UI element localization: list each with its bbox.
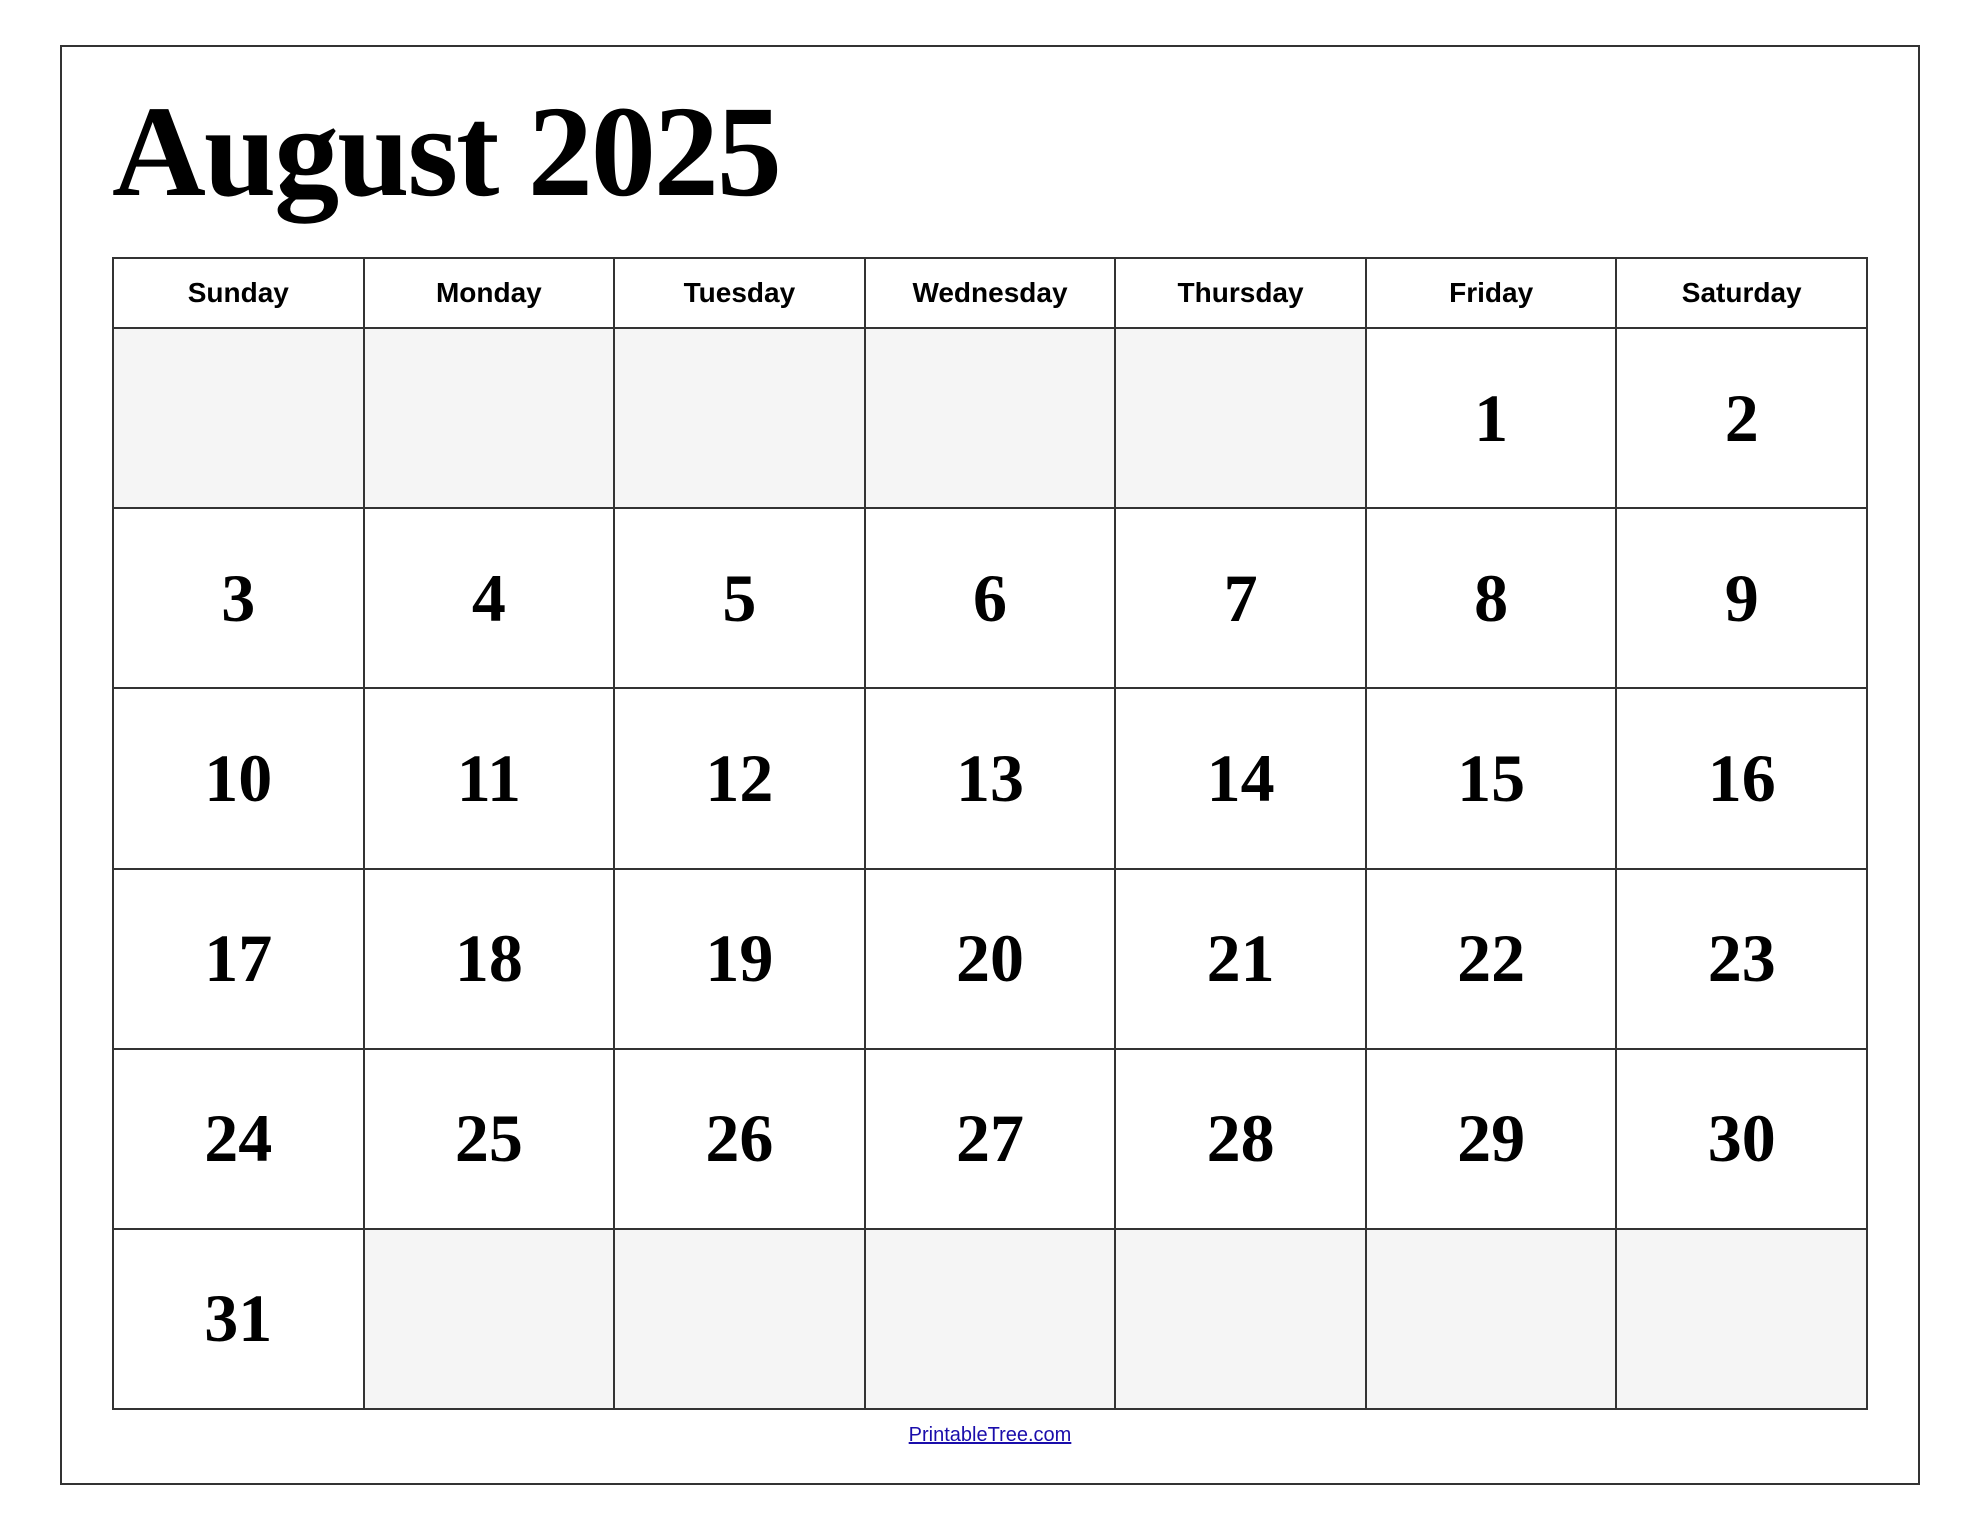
- calendar-week-2: 3 4 5 6 7 8 9: [114, 509, 1868, 689]
- date-number: 6: [973, 559, 1007, 638]
- day-header-wednesday: Wednesday: [866, 259, 1117, 329]
- calendar-title: August 2025: [112, 87, 1868, 217]
- date-number: 20: [956, 919, 1024, 998]
- calendar-cell: 13: [866, 689, 1117, 869]
- calendar-rows: 1234567891011121314151617181920212223242…: [114, 329, 1868, 1410]
- calendar-cell: 4: [365, 509, 616, 689]
- date-number: 14: [1207, 739, 1275, 818]
- date-number: 3: [221, 559, 255, 638]
- date-number: 8: [1474, 559, 1508, 638]
- calendar-week-3: 10 11 12 13 14 15 16: [114, 689, 1868, 869]
- date-number: 21: [1207, 919, 1275, 998]
- date-number: 5: [722, 559, 756, 638]
- calendar-cell: 16: [1617, 689, 1868, 869]
- day-header-friday: Friday: [1367, 259, 1618, 329]
- date-number: 15: [1457, 739, 1525, 818]
- calendar-cell: 23: [1617, 870, 1868, 1050]
- calendar-week-1: 12: [114, 329, 1868, 509]
- calendar-cell: 15: [1367, 689, 1618, 869]
- date-number: 9: [1725, 559, 1759, 638]
- calendar-cell: 31: [114, 1230, 365, 1410]
- date-number: 27: [956, 1099, 1024, 1178]
- calendar-cell: 24: [114, 1050, 365, 1230]
- calendar-cell: 12: [615, 689, 866, 869]
- calendar-cell: [615, 1230, 866, 1410]
- calendar-cell: 21: [1116, 870, 1367, 1050]
- day-header-tuesday: Tuesday: [615, 259, 866, 329]
- calendar-cell: 18: [365, 870, 616, 1050]
- calendar-cell: 7: [1116, 509, 1367, 689]
- day-header-saturday: Saturday: [1617, 259, 1868, 329]
- calendar-grid: SundayMondayTuesdayWednesdayThursdayFrid…: [112, 257, 1868, 1410]
- calendar-cell: 28: [1116, 1050, 1367, 1230]
- day-header-sunday: Sunday: [114, 259, 365, 329]
- date-number: 17: [204, 919, 272, 998]
- footer-link[interactable]: PrintableTree.com: [112, 1410, 1868, 1453]
- calendar-week-5: 24 25 26 27 28 29 30: [114, 1050, 1868, 1230]
- calendar-cell: 2: [1617, 329, 1868, 509]
- date-number: 28: [1207, 1099, 1275, 1178]
- calendar-cell: 29: [1367, 1050, 1618, 1230]
- calendar-cell: 20: [866, 870, 1117, 1050]
- calendar-cell: [866, 329, 1117, 509]
- date-number: 22: [1457, 919, 1525, 998]
- calendar-cell: 19: [615, 870, 866, 1050]
- date-number: 24: [204, 1099, 272, 1178]
- date-number: 29: [1457, 1099, 1525, 1178]
- date-number: 10: [204, 739, 272, 818]
- date-number: 7: [1224, 559, 1258, 638]
- date-number: 13: [956, 739, 1024, 818]
- calendar-cell: 14: [1116, 689, 1367, 869]
- calendar-cell: [615, 329, 866, 509]
- date-number: 2: [1725, 379, 1759, 458]
- calendar-week-6: 31: [114, 1230, 1868, 1410]
- calendar-cell: [1116, 1230, 1367, 1410]
- date-number: 16: [1708, 739, 1776, 818]
- date-number: 12: [705, 739, 773, 818]
- calendar-cell: [1116, 329, 1367, 509]
- calendar-cell: 22: [1367, 870, 1618, 1050]
- date-number: 31: [204, 1279, 272, 1358]
- calendar-cell: 27: [866, 1050, 1117, 1230]
- date-number: 25: [455, 1099, 523, 1178]
- date-number: 26: [705, 1099, 773, 1178]
- calendar-cell: [365, 329, 616, 509]
- calendar-container: August 2025 SundayMondayTuesdayWednesday…: [60, 45, 1920, 1485]
- date-number: 4: [472, 559, 506, 638]
- calendar-cell: [866, 1230, 1117, 1410]
- date-number: 23: [1708, 919, 1776, 998]
- day-header-monday: Monday: [365, 259, 616, 329]
- calendar-cell: 26: [615, 1050, 866, 1230]
- day-header-thursday: Thursday: [1116, 259, 1367, 329]
- calendar-cell: 5: [615, 509, 866, 689]
- calendar-cell: 10: [114, 689, 365, 869]
- calendar-cell: [1367, 1230, 1618, 1410]
- date-number: 1: [1474, 379, 1508, 458]
- calendar-cell: 1: [1367, 329, 1618, 509]
- calendar-cell: [365, 1230, 616, 1410]
- calendar-week-4: 17 18 19 20 21 22 23: [114, 870, 1868, 1050]
- date-number: 18: [455, 919, 523, 998]
- calendar-cell: 8: [1367, 509, 1618, 689]
- calendar-cell: 25: [365, 1050, 616, 1230]
- day-headers-row: SundayMondayTuesdayWednesdayThursdayFrid…: [114, 259, 1868, 329]
- calendar-cell: 11: [365, 689, 616, 869]
- calendar-cell: 6: [866, 509, 1117, 689]
- calendar-cell: [114, 329, 365, 509]
- calendar-cell: 9: [1617, 509, 1868, 689]
- calendar-cell: 17: [114, 870, 365, 1050]
- calendar-cell: 3: [114, 509, 365, 689]
- date-number: 30: [1708, 1099, 1776, 1178]
- calendar-cell: [1617, 1230, 1868, 1410]
- date-number: 19: [705, 919, 773, 998]
- calendar-cell: 30: [1617, 1050, 1868, 1230]
- date-number: 11: [457, 739, 521, 818]
